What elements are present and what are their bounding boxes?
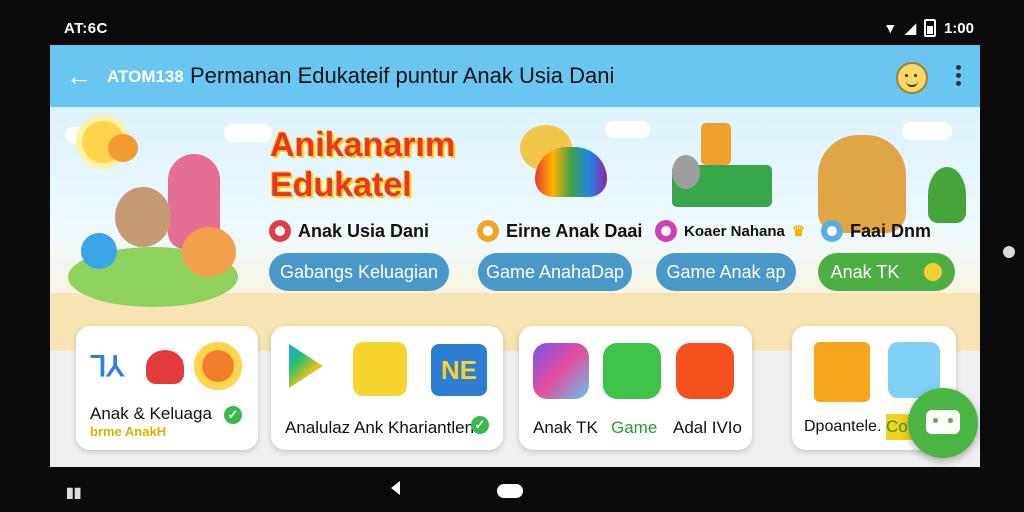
app-bar: ← ATOM138 Permanan Edukateif puntur Anak… xyxy=(50,45,980,107)
card-title-c: Adal IVIo xyxy=(673,418,742,437)
back-arrow-icon[interactable]: ← xyxy=(66,62,94,90)
more-options-icon[interactable] xyxy=(954,62,962,90)
play-games-icon xyxy=(676,343,734,399)
app-brand: ATOM138 xyxy=(107,67,184,86)
category-label-text: Eirne Anak Daai xyxy=(506,220,643,241)
robot-face-icon xyxy=(926,410,960,434)
messages-app-icon xyxy=(603,343,661,399)
battery-icon xyxy=(923,19,936,37)
bird-illustration xyxy=(81,233,117,269)
card-title: Analulaz Ank Khariantlen xyxy=(285,418,475,437)
card-title-a: Anak TK xyxy=(533,418,598,437)
giraffe-illustration xyxy=(818,135,906,233)
koala-illustration xyxy=(672,155,700,189)
category-button-1[interactable]: Gabangs Keluagian xyxy=(269,253,449,291)
category-dot-icon xyxy=(477,220,499,242)
paw-icon xyxy=(146,350,184,384)
gift-box-icon xyxy=(814,342,870,402)
profile-face-icon[interactable] xyxy=(896,62,928,94)
cloud-decoration xyxy=(902,122,952,140)
play-store-icon xyxy=(289,344,323,388)
category-button-label: Anak TK xyxy=(830,262,900,282)
category-label-2[interactable]: Eirne Anak Daai xyxy=(477,220,642,242)
status-right: ▼ ◢ 1:00 xyxy=(883,19,974,37)
category-label-text: Faai Dnm xyxy=(850,220,932,241)
flower-mascot-icon xyxy=(194,342,242,390)
app-card-3[interactable]: Anak TK Game Adal IVIo xyxy=(519,326,752,450)
category-label-text: Anak Usia Dani xyxy=(298,220,430,241)
clock-icon xyxy=(924,263,943,281)
card-title: Dpoantele. xyxy=(804,418,882,435)
letter-blocks-icon: NE xyxy=(431,344,487,396)
headline-line-1: Anikanarım xyxy=(270,126,456,164)
headline-line-2: Edukatel xyxy=(270,166,412,204)
signal-icon: ◢ xyxy=(905,19,916,36)
back-nav-icon[interactable] xyxy=(391,481,400,495)
rainbow-shell-illustration xyxy=(535,147,607,197)
palm-tree-illustration xyxy=(928,167,966,223)
category-dot-icon xyxy=(655,220,677,242)
crown-icon: ♛ xyxy=(791,223,806,240)
page-title: Permanan Edukateif puntur Anak Usia Dani xyxy=(190,63,615,88)
verified-check-icon: ✓ xyxy=(471,416,489,434)
home-nav-icon[interactable] xyxy=(497,484,523,498)
system-navigation-bar: ▮▮ xyxy=(50,470,980,512)
category-dot-icon xyxy=(821,220,843,242)
card-title: Anak & Keluaga xyxy=(90,404,212,423)
device-camera-dot xyxy=(1003,246,1015,258)
cloud-decoration xyxy=(605,121,650,138)
verified-check-icon: ✓ xyxy=(224,406,242,424)
cloud-decoration xyxy=(224,124,272,142)
device-frame: AT:6C ▼ ◢ 1:00 ← ATOM138 Permanan Edukat… xyxy=(0,0,1024,512)
category-label-4[interactable]: Faai Dnm xyxy=(821,220,931,242)
category-label-1[interactable]: Anak Usia Dani xyxy=(269,220,429,242)
category-button-4[interactable]: Anak TK xyxy=(818,253,955,291)
category-dot-icon xyxy=(269,220,291,242)
wifi-icon: ▼ xyxy=(883,20,898,36)
category-label-text: Koaer Nahana xyxy=(684,222,785,240)
camera-app-icon xyxy=(533,343,589,399)
kid-game-icon xyxy=(353,342,407,396)
category-button-3[interactable]: Game Anak ap xyxy=(656,253,796,291)
banner-headline: Anikanarım Edukatel xyxy=(270,125,455,205)
chat-fab-button[interactable] xyxy=(908,388,978,458)
toy-tower-illustration xyxy=(701,123,731,165)
app-screen: ← ATOM138 Permanan Edukateif puntur Anak… xyxy=(50,45,980,467)
card-sublabel: brme AnakH xyxy=(90,424,167,439)
orange-fish-illustration xyxy=(108,134,138,162)
card-title-b: Game xyxy=(611,418,658,437)
category-label-3[interactable]: Koaer Nahana ♛ xyxy=(655,220,805,242)
category-button-2[interactable]: Game AnahaDap xyxy=(478,253,632,291)
mouse-illustration xyxy=(115,187,171,247)
status-carrier: AT:6C xyxy=(64,20,108,37)
recents-icon[interactable]: ▮▮ xyxy=(66,484,81,501)
chat-app-icon: ⅂⅄ xyxy=(91,351,124,382)
fox-illustration xyxy=(182,227,236,277)
app-card-2[interactable]: NE Analulaz Ank Khariantlen ✓ xyxy=(271,326,503,450)
app-card-1[interactable]: ⅂⅄ Anak & Keluaga ✓ brme AnakH xyxy=(76,326,258,450)
status-time: 1:00 xyxy=(943,19,974,37)
hero-banner: Anikanarım Edukatel Anak Usia Dani Eirne… xyxy=(50,107,980,351)
status-bar: AT:6C ▼ ◢ 1:00 xyxy=(50,12,980,42)
